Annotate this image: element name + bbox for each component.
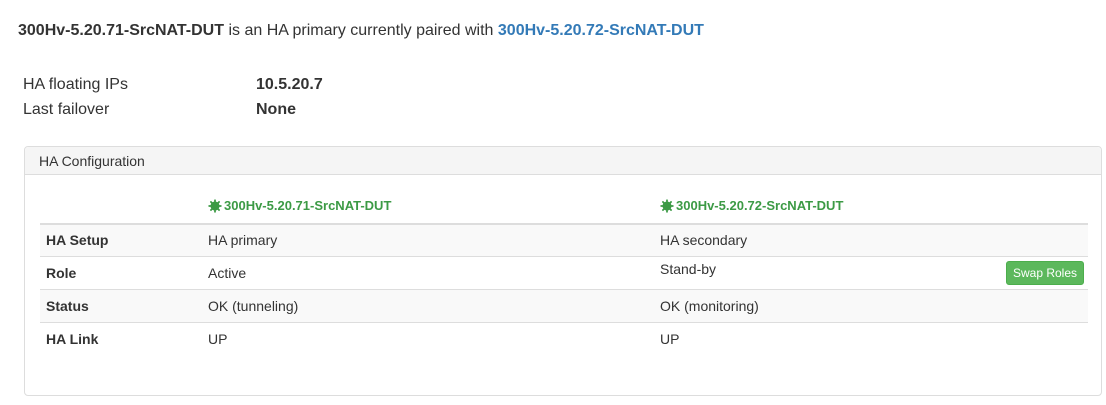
cell-primary-ha-link: UP — [208, 330, 228, 347]
ha-configuration-panel: HA Configuration 300Hv-5.20.71-SrcNAT-DU… — [24, 146, 1102, 396]
ha-summary: 300Hv-5.20.71-SrcNAT-DUT is an HA primar… — [18, 22, 704, 40]
row-label-status: Status — [46, 297, 89, 314]
peer-device-link[interactable]: 300Hv-5.20.72-SrcNAT-DUT — [498, 22, 704, 39]
last-failover-value: None — [256, 101, 296, 118]
cell-primary-ha-setup: HA primary — [208, 232, 278, 249]
primary-device-name: 300Hv-5.20.71-SrcNAT-DUT — [18, 22, 225, 39]
cell-secondary-role-container: Stand-by Swap Roles — [654, 256, 1088, 289]
status-ok-icon — [208, 199, 222, 213]
header-primary-device: 300Hv-5.20.71-SrcNAT-DUT — [202, 191, 654, 224]
cell-secondary-ha-link: UP — [660, 330, 680, 347]
primary-device-name-header: 300Hv-5.20.71-SrcNAT-DUT — [224, 198, 392, 214]
floating-ips-value: 10.5.20.7 — [256, 76, 323, 93]
ha-config-table: 300Hv-5.20.71-SrcNAT-DUT 300Hv-5.20.72-S… — [40, 191, 1088, 355]
cell-primary-role: Active — [208, 264, 247, 281]
summary-text: is an HA primary currently paired with — [224, 22, 498, 39]
header-empty-cell — [40, 191, 202, 224]
cell-secondary-ha-setup: HA secondary — [660, 232, 748, 249]
table-row: Status OK (tunneling) OK (monitoring) — [40, 289, 1088, 322]
table-row: Role Active Stand-by Swap Roles — [40, 256, 1088, 289]
row-label-ha-link: HA Link — [46, 330, 99, 347]
floating-ips-label: HA floating IPs — [23, 76, 128, 93]
status-ok-icon — [660, 199, 674, 213]
table-row: HA Setup HA primary HA secondary — [40, 224, 1088, 256]
table-header-row: 300Hv-5.20.71-SrcNAT-DUT 300Hv-5.20.72-S… — [40, 191, 1088, 224]
secondary-device-heading: 300Hv-5.20.72-SrcNAT-DUT — [660, 198, 843, 213]
cell-secondary-status: OK (monitoring) — [660, 297, 759, 314]
row-label-role: Role — [46, 264, 77, 281]
header-secondary-device: 300Hv-5.20.72-SrcNAT-DUT — [654, 191, 1088, 224]
primary-device-heading: 300Hv-5.20.71-SrcNAT-DUT — [208, 198, 391, 213]
swap-roles-button[interactable]: Swap Roles — [1005, 260, 1084, 285]
panel-title: HA Configuration — [25, 147, 1101, 175]
cell-primary-status: OK (tunneling) — [208, 297, 299, 314]
cell-secondary-role: Stand-by — [660, 260, 717, 277]
secondary-device-name-header: 300Hv-5.20.72-SrcNAT-DUT — [676, 198, 844, 214]
last-failover-label: Last failover — [23, 101, 110, 118]
row-label-ha-setup: HA Setup — [46, 232, 109, 249]
table-row: HA Link UP UP — [40, 322, 1088, 355]
